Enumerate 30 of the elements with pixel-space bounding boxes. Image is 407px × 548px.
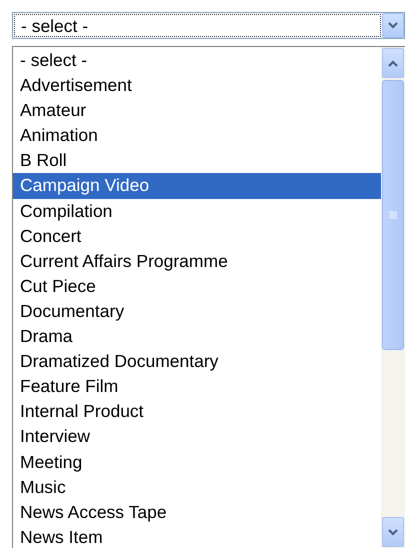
chevron-down-icon [388,528,398,536]
option-item[interactable]: Interview [13,424,381,450]
option-item[interactable]: News Item [13,524,381,548]
scroll-down-button[interactable] [382,517,404,547]
option-item[interactable]: Animation [13,123,381,148]
option-item[interactable]: Documentary [13,298,381,324]
scroll-up-button[interactable] [382,48,404,78]
option-item[interactable]: B Roll [13,148,381,174]
option-item[interactable]: Feature Film [13,374,381,400]
option-item[interactable]: Drama [13,324,381,350]
option-item[interactable]: Meeting [13,450,381,475]
option-item[interactable]: Concert [13,224,381,249]
select-field[interactable]: - select - [12,12,405,39]
option-item[interactable]: - select - [13,48,381,74]
option-item[interactable]: Music [13,474,381,500]
chevron-up-icon [388,60,398,66]
chevron-down-icon [388,22,398,29]
option-item[interactable]: Current Affairs Programme [13,248,381,274]
scroll-thumb[interactable] [382,80,404,350]
option-item[interactable]: Internal Product [13,399,381,424]
option-item[interactable]: Campaign Video [13,173,381,199]
dropdown-button[interactable] [382,13,404,38]
option-item[interactable]: Cut Piece [13,274,381,299]
scrollbar[interactable] [381,47,405,548]
option-item[interactable]: Advertisement [13,73,381,98]
grip-icon [389,211,397,219]
option-item[interactable]: Dramatized Documentary [13,349,381,374]
option-item[interactable]: Compilation [13,198,381,224]
option-item[interactable]: News Access Tape [13,500,381,525]
option-item[interactable]: Amateur [13,98,381,124]
